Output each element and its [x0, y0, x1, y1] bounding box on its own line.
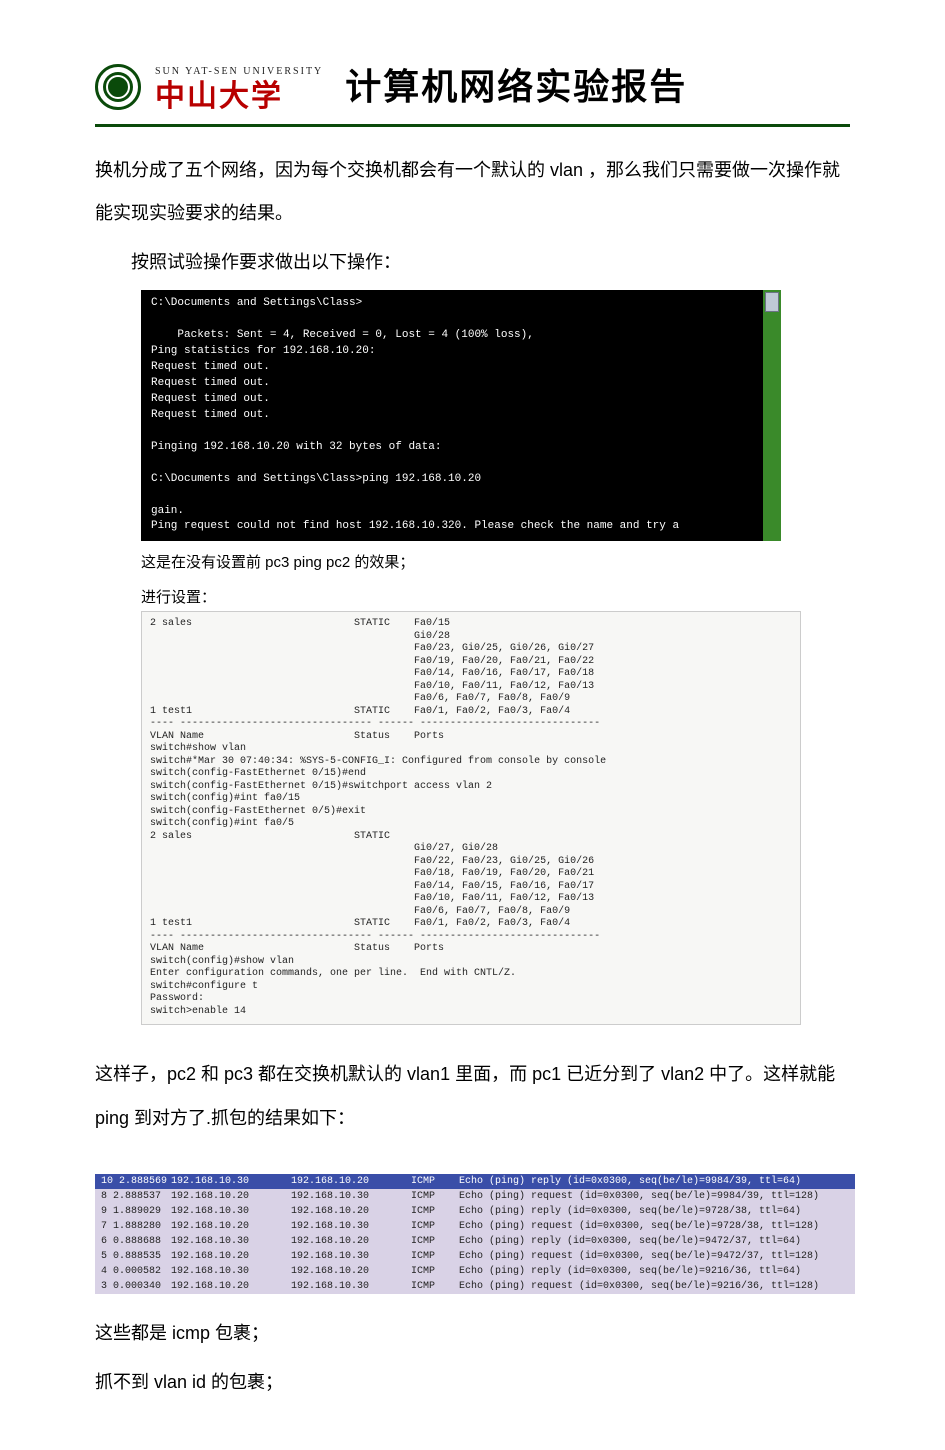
packet-row[interactable]: 9 1.889029192.168.10.30192.168.10.20ICMP… — [95, 1204, 855, 1219]
packet-row[interactable]: 5 0.888535192.168.10.20192.168.10.30ICMP… — [95, 1249, 855, 1264]
switch-cli-screenshot: 2 sales STATIC Fa0/15 Gi0/28 Fa0/23, Gi0… — [141, 611, 801, 1025]
university-name-cn: 中山大学 — [155, 82, 323, 112]
terminal-caption-a: 这是在没有设置前 pc3 ping pc2 的效果； — [141, 549, 850, 576]
packet-row[interactable]: 7 1.888280192.168.10.20192.168.10.30ICMP… — [95, 1219, 855, 1234]
packet-row[interactable]: 10 2.888569192.168.10.30192.168.10.20ICM… — [95, 1174, 855, 1189]
paragraph-result: 这样子，pc2 和 pc3 都在交换机默认的 vlan1 里面，而 pc1 已近… — [95, 1053, 850, 1139]
paragraph-vlanid: 抓不到 vlan id 的包裹； — [95, 1361, 850, 1404]
wireshark-capture-screenshot: 10 2.888569192.168.10.30192.168.10.20ICM… — [95, 1174, 855, 1294]
paragraph-icmp: 这些都是 icmp 包裹； — [95, 1312, 850, 1355]
university-name-block: SUN YAT-SEN UNIVERSITY 中山大学 — [155, 63, 323, 112]
paragraph-intro: 换机分成了五个网络，因为每个交换机都会有一个默认的 vlan ，那么我们只需要做… — [95, 149, 850, 235]
report-title: 计算机网络实验报告 — [345, 55, 687, 120]
packet-row[interactable]: 8 2.888537192.168.10.20192.168.10.30ICMP… — [95, 1189, 855, 1204]
terminal-caption-b: 进行设置： — [141, 584, 850, 611]
university-name-en: SUN YAT-SEN UNIVERSITY — [155, 63, 323, 81]
paragraph-steps: 按照试验操作要求做出以下操作： — [95, 241, 850, 284]
report-header: SUN YAT-SEN UNIVERSITY 中山大学 计算机网络实验报告 — [95, 55, 850, 127]
university-logo — [95, 64, 141, 110]
packet-row[interactable]: 6 0.888688192.168.10.30192.168.10.20ICMP… — [95, 1234, 855, 1249]
packet-row[interactable]: 3 0.000340192.168.10.20192.168.10.30ICMP… — [95, 1279, 855, 1294]
packet-row[interactable]: 4 0.000582192.168.10.30192.168.10.20ICMP… — [95, 1264, 855, 1279]
cmd-terminal-screenshot: C:\Documents and Settings\Class> Packets… — [141, 290, 781, 541]
